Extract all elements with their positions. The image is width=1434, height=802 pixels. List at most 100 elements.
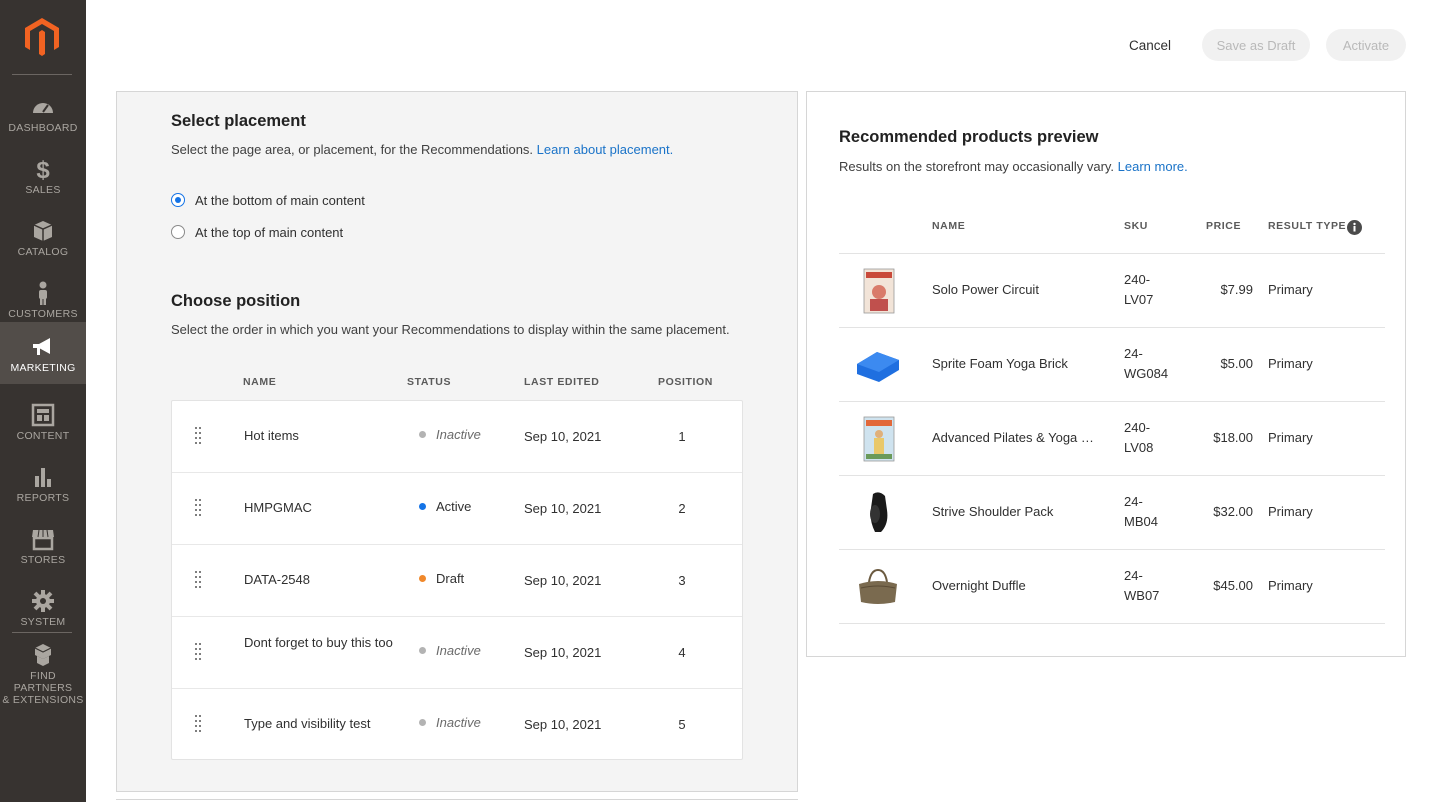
drag-handle-icon[interactable] (195, 643, 203, 661)
product-result-type: Primary (1268, 430, 1313, 445)
position-row[interactable]: Type and visibility test Inactive Sep 10, … (172, 689, 742, 761)
product-sku-line1: 24- (1124, 494, 1143, 509)
nav-sales-label: SALES (25, 184, 61, 196)
radio-bottom-main-content[interactable] (171, 193, 185, 207)
status-dot (419, 503, 426, 510)
row-name: Dont forget to buy this too (244, 635, 393, 650)
row-status: Inactive (419, 715, 481, 730)
product-sku: 24- MB04 (1124, 492, 1184, 532)
col-header-name[interactable]: NAME (243, 376, 276, 388)
col-header-last-edited[interactable]: LAST EDITED (524, 376, 599, 388)
dollar-icon: $ (36, 157, 50, 182)
radio-top-main-content[interactable] (171, 225, 185, 239)
col-header-status[interactable]: STATUS (407, 376, 451, 388)
choose-position-description: Select the order in which you want your … (171, 322, 730, 337)
product-thumbnail (859, 568, 897, 604)
placement-description-text: Select the page area, or placement, for … (171, 142, 537, 157)
product-sku-line2: LV08 (1124, 440, 1154, 455)
product-thumbnail (863, 416, 895, 462)
product-thumbnail (863, 268, 895, 314)
status-text: Active (436, 499, 472, 514)
preview-table-bottom-border (839, 623, 1385, 624)
catalog-box-icon (33, 221, 53, 241)
col-header-position[interactable]: POSITION (658, 376, 713, 388)
position-row[interactable]: DATA-2548 Draft Sep 10, 2021 3 (172, 545, 742, 617)
activate-button[interactable]: Activate (1326, 29, 1406, 61)
product-name: Solo Power Circuit (932, 282, 1039, 297)
magento-logo-icon[interactable] (22, 16, 62, 58)
preview-col-price: PRICE (1206, 220, 1242, 232)
product-sku-line2: MB04 (1124, 514, 1158, 529)
row-position: 5 (678, 717, 686, 732)
cancel-button[interactable]: Cancel (1120, 30, 1180, 60)
status-dot (419, 647, 426, 654)
product-row: Advanced Pilates & Yoga (… 240- LV08 $18.00… (839, 401, 1385, 475)
position-row[interactable]: Hot items Inactive Sep 10, 2021 1 (172, 401, 742, 473)
svg-text:$: $ (36, 157, 50, 182)
nav-content[interactable]: CONTENT (0, 392, 86, 454)
product-sku: 24- WB07 (1124, 566, 1184, 606)
product-sku-line1: 24- (1124, 568, 1143, 583)
row-position: 4 (678, 645, 686, 660)
product-sku-line2: LV07 (1124, 292, 1154, 307)
nav-marketing-label: MARKETING (10, 362, 76, 374)
nav-find-partners-label-line1: FIND PARTNERS (13, 670, 73, 694)
nav-stores-label: STORES (20, 554, 66, 566)
drag-handle-icon[interactable] (195, 715, 203, 733)
content-layout-icon (31, 403, 55, 427)
nav-find-partners[interactable]: FIND PARTNERS & EXTENSIONS (0, 640, 86, 706)
product-price: $7.99 (1220, 282, 1253, 297)
product-sku: 240- LV07 (1124, 270, 1184, 310)
nav-system-label: SYSTEM (20, 616, 66, 628)
nav-reports-label: REPORTS (16, 492, 70, 504)
product-result-type: Primary (1268, 504, 1313, 519)
status-text: Inactive (436, 643, 481, 658)
product-result-type: Primary (1268, 356, 1313, 371)
gear-icon (32, 590, 54, 612)
row-position: 2 (678, 501, 686, 516)
nav-sales[interactable]: $ SALES (0, 146, 86, 208)
bar-chart-icon (35, 468, 51, 487)
nav-catalog[interactable]: CATALOG (0, 208, 86, 270)
position-row[interactable]: HMPGMAC Active Sep 10, 2021 2 (172, 473, 742, 545)
position-row[interactable]: Dont forget to buy this too Inactive Sep 1… (172, 617, 742, 689)
position-table: Hot items Inactive Sep 10, 2021 1 HMPGMAC Act… (171, 400, 743, 760)
nav-marketing[interactable]: MARKETING (0, 322, 86, 384)
preview-description: Results on the storefront may occasional… (839, 159, 1188, 174)
learn-about-placement-link[interactable]: Learn about placement. (537, 142, 674, 157)
dashboard-icon (33, 103, 53, 113)
nav-content-label: CONTENT (16, 430, 70, 442)
drag-handle-icon[interactable] (195, 427, 203, 445)
product-sku: 240- LV08 (1124, 418, 1184, 458)
nav-reports[interactable]: REPORTS (0, 454, 86, 516)
choose-position-title: Choose position (171, 292, 301, 310)
nav-system[interactable]: SYSTEM (0, 578, 86, 640)
preview-title: Recommended products preview (839, 128, 1099, 146)
drag-handle-icon[interactable] (195, 571, 203, 589)
product-sku-line1: 240- (1124, 420, 1151, 435)
radio-top-label: At the top of main content (195, 225, 344, 240)
nav-find-partners-label-line2: & EXTENSIONS (2, 694, 84, 706)
megaphone-icon (33, 338, 50, 355)
preview-col-name: NAME (932, 220, 966, 232)
product-name: Overnight Duffle (932, 578, 1026, 593)
info-icon[interactable] (1347, 220, 1362, 235)
drag-handle-icon[interactable] (195, 499, 203, 517)
select-placement-title: Select placement (171, 112, 306, 130)
learn-more-link[interactable]: Learn more. (1118, 159, 1188, 174)
save-as-draft-button[interactable]: Save as Draft (1202, 29, 1310, 61)
preview-description-text: Results on the storefront may occasional… (839, 159, 1118, 174)
product-sku-line2: WG084 (1124, 366, 1169, 381)
extensions-boxes-icon (34, 644, 52, 666)
product-row: Overnight Duffle 24- WB07 $45.00 Primary (839, 549, 1385, 623)
nav-stores[interactable]: STORES (0, 516, 86, 578)
row-status: Inactive (419, 643, 481, 658)
preview-col-sku: SKU (1124, 220, 1148, 232)
row-status: Draft (419, 571, 464, 586)
status-text: Inactive (436, 427, 481, 442)
select-placement-description: Select the page area, or placement, for … (171, 142, 673, 157)
nav-dashboard[interactable]: DASHBOARD (0, 84, 86, 146)
product-name: Advanced Pilates & Yoga (… (932, 430, 1097, 445)
product-price: $32.00 (1213, 504, 1253, 519)
row-last-edited: Sep 10, 2021 (524, 645, 602, 660)
